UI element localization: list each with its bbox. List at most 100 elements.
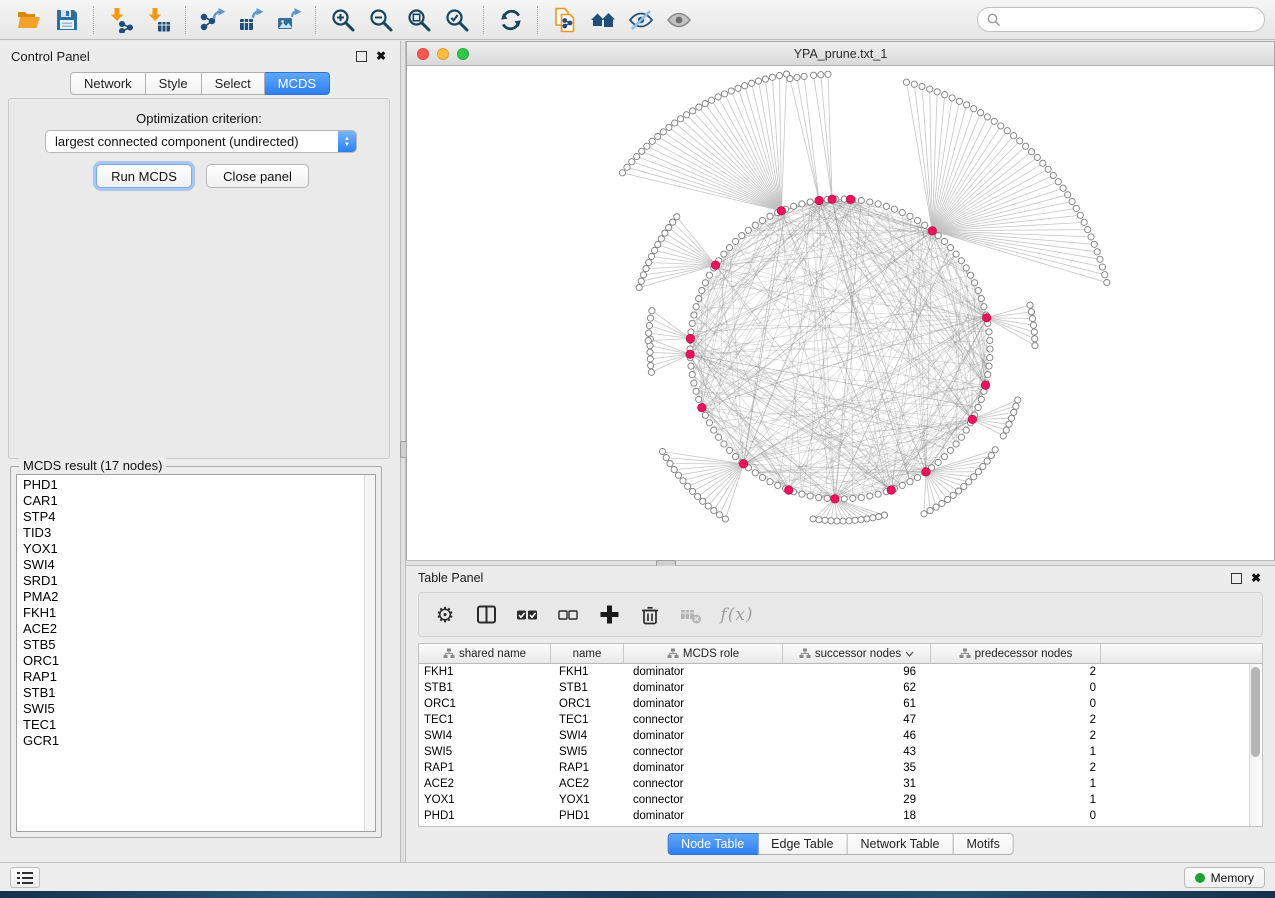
table-cell[interactable]: ACE2 (551, 778, 624, 790)
table-cell[interactable]: connector (624, 794, 783, 806)
select-all-columns-icon[interactable] (515, 603, 539, 627)
table-row[interactable]: ORC1ORC1dominator610 (419, 696, 1262, 712)
table-cell[interactable]: 2 (931, 762, 1101, 774)
network-canvas[interactable] (407, 66, 1274, 560)
table-cell[interactable]: dominator (624, 810, 783, 822)
table-cell[interactable]: SWI5 (419, 746, 551, 758)
close-panel-icon[interactable]: ✖ (1251, 572, 1261, 584)
table-row[interactable]: FKH1FKH1dominator962 (419, 664, 1262, 680)
table-cell[interactable]: ACE2 (419, 778, 551, 790)
tab-style[interactable]: Style (146, 72, 202, 95)
table-cell[interactable]: TEC1 (419, 714, 551, 726)
network-window-titlebar[interactable]: YPA_prune.txt_1 (407, 42, 1274, 66)
table-cell[interactable]: dominator (624, 698, 783, 710)
show-all-eye-icon[interactable] (660, 4, 698, 36)
close-panel-icon[interactable]: ✖ (376, 50, 386, 62)
tab-edge-table[interactable]: Edge Table (758, 833, 847, 855)
settings-gear-icon[interactable]: ⚙ (433, 603, 457, 627)
table-cell[interactable]: 96 (783, 666, 931, 678)
list-item[interactable]: YOX1 (17, 541, 364, 557)
list-item[interactable]: CAR1 (17, 493, 364, 509)
table-cell[interactable]: 31 (783, 778, 931, 790)
export-table-icon[interactable] (232, 4, 270, 36)
table-cell[interactable]: 1 (931, 794, 1101, 806)
table-cell[interactable]: STB1 (551, 682, 624, 694)
column-header-shared-name[interactable]: shared name (419, 644, 551, 663)
list-item[interactable]: SRD1 (17, 573, 364, 589)
first-neighbors-icon[interactable] (584, 4, 622, 36)
table-row[interactable]: SWI4SWI4dominator462 (419, 728, 1262, 744)
table-cell[interactable]: RAP1 (419, 762, 551, 774)
list-item[interactable]: ORC1 (17, 653, 364, 669)
search-input[interactable] (1007, 12, 1255, 28)
list-item[interactable]: TEC1 (17, 717, 364, 733)
table-cell[interactable]: STB1 (419, 682, 551, 694)
table-row[interactable]: ACE2ACE2connector311 (419, 776, 1262, 792)
open-session-icon[interactable] (10, 4, 48, 36)
table-cell[interactable]: 2 (931, 666, 1101, 678)
table-cell[interactable]: ORC1 (551, 698, 624, 710)
list-item[interactable]: ACE2 (17, 621, 364, 637)
list-item[interactable]: STB5 (17, 637, 364, 653)
table-row[interactable]: PHD1PHD1dominator180 (419, 808, 1262, 824)
table-cell[interactable]: 2 (931, 714, 1101, 726)
table-cell[interactable]: 0 (931, 682, 1101, 694)
list-item[interactable]: STP4 (17, 509, 364, 525)
list-item[interactable]: PMA2 (17, 589, 364, 605)
table-cell[interactable]: SWI5 (551, 746, 624, 758)
float-window-icon[interactable] (356, 51, 367, 62)
tab-node-table[interactable]: Node Table (667, 833, 758, 855)
zoom-selected-icon[interactable] (438, 4, 476, 36)
tab-motifs[interactable]: Motifs (953, 833, 1013, 855)
table-cell[interactable]: connector (624, 778, 783, 790)
table-cell[interactable]: FKH1 (419, 666, 551, 678)
duplicate-network-icon[interactable] (546, 4, 584, 36)
column-header-predecessor-nodes[interactable]: predecessor nodes (931, 644, 1101, 663)
table-scrollbar[interactable] (1249, 664, 1262, 826)
refresh-icon[interactable] (492, 4, 530, 36)
table-row[interactable]: STB1STB1dominator620 (419, 680, 1262, 696)
zoom-in-icon[interactable] (324, 4, 362, 36)
table-cell[interactable]: SWI4 (551, 730, 624, 742)
tab-network-table[interactable]: Network Table (848, 833, 954, 855)
list-item[interactable]: GCR1 (17, 733, 364, 749)
hide-selected-eye-icon[interactable] (622, 4, 660, 36)
list-item[interactable]: TID3 (17, 525, 364, 541)
table-cell[interactable]: dominator (624, 666, 783, 678)
list-scrollbar[interactable] (364, 475, 375, 831)
column-chooser-icon[interactable] (474, 603, 498, 627)
table-cell[interactable]: 1 (931, 746, 1101, 758)
zoom-out-icon[interactable] (362, 4, 400, 36)
list-item[interactable]: FKH1 (17, 605, 364, 621)
table-cell[interactable]: connector (624, 746, 783, 758)
table-cell[interactable]: SWI4 (419, 730, 551, 742)
save-session-icon[interactable] (48, 4, 86, 36)
table-cell[interactable]: PHD1 (551, 810, 624, 822)
table-cell[interactable]: 2 (931, 730, 1101, 742)
export-network-icon[interactable] (194, 4, 232, 36)
table-cell[interactable]: PHD1 (419, 810, 551, 822)
table-cell[interactable]: dominator (624, 730, 783, 742)
column-header-MCDS-role[interactable]: MCDS role (624, 644, 783, 663)
column-header-name[interactable]: name (551, 644, 624, 663)
tab-select[interactable]: Select (202, 72, 265, 95)
table-cell[interactable]: 47 (783, 714, 931, 726)
table-cell[interactable]: dominator (624, 762, 783, 774)
import-network-icon[interactable] (102, 4, 140, 36)
criterion-select[interactable]: largest connected component (undirected)… (45, 130, 357, 153)
table-cell[interactable]: 43 (783, 746, 931, 758)
table-row[interactable]: YOX1YOX1connector291 (419, 792, 1262, 808)
table-cell[interactable]: YOX1 (551, 794, 624, 806)
import-table-icon[interactable] (140, 4, 178, 36)
table-cell[interactable]: dominator (624, 682, 783, 694)
table-row[interactable]: RAP1RAP1dominator352 (419, 760, 1262, 776)
add-column-icon[interactable] (597, 603, 621, 627)
close-panel-button[interactable]: Close panel (206, 164, 309, 188)
zoom-fit-icon[interactable] (400, 4, 438, 36)
export-image-icon[interactable] (270, 4, 308, 36)
run-mcds-button[interactable]: Run MCDS (96, 164, 192, 188)
mcds-result-list[interactable]: PHD1CAR1STP4TID3YOX1SWI4SRD1PMA2FKH1ACE2… (16, 474, 376, 832)
table-cell[interactable]: 1 (931, 778, 1101, 790)
table-cell[interactable]: 62 (783, 682, 931, 694)
table-cell[interactable]: connector (624, 714, 783, 726)
